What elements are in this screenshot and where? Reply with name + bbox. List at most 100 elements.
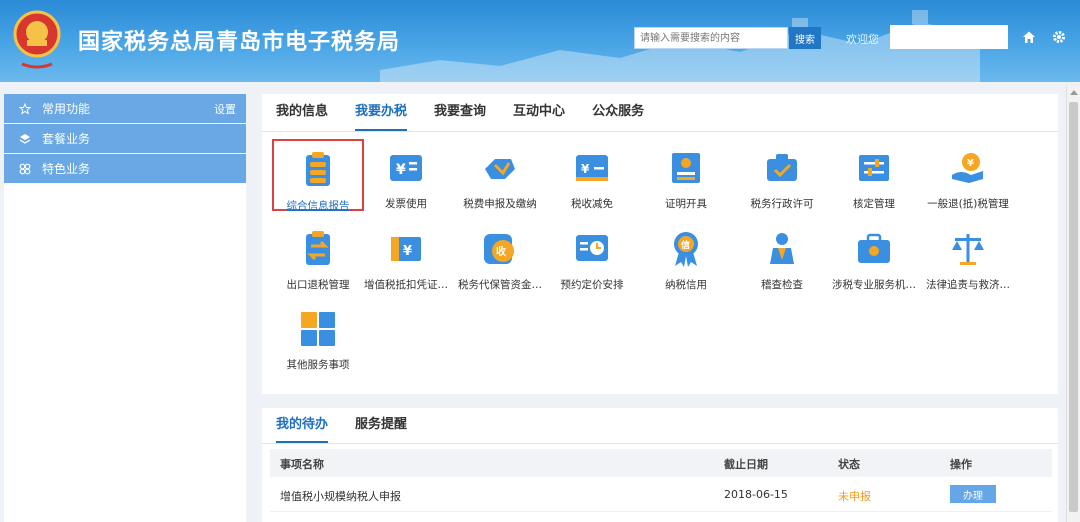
license-icon <box>767 154 797 181</box>
service-label: 预约定价安排 <box>560 279 624 291</box>
sidebar-item-label: 套餐业务 <box>42 132 91 146</box>
star-icon <box>18 102 32 116</box>
service-label: 一般退(抵)税管理 <box>927 198 1009 210</box>
service-label: 证明开具 <box>665 198 707 210</box>
service-invoice[interactable]: ¥ 发票使用 <box>360 139 452 211</box>
scroll-thumb[interactable] <box>1069 102 1078 512</box>
row-item-name: 增值税小规模纳税人申报 <box>280 490 401 503</box>
tab-query[interactable]: 我要查询 <box>434 94 486 131</box>
todo-tabs: 我的待办 服务提醒 <box>262 408 1058 444</box>
agency-briefcase-icon <box>858 233 890 263</box>
redacted-username <box>890 25 1008 49</box>
service-refund[interactable]: ¥ 一般退(抵)税管理 <box>922 139 1014 211</box>
service-label: 其他服务事项 <box>286 359 350 371</box>
status-badge: 未申报 <box>838 490 871 503</box>
row-deadline: 2018-06-15 <box>724 488 788 501</box>
service-inspection[interactable]: 稽查检查 <box>736 220 828 292</box>
scroll-up-arrow-icon[interactable] <box>1070 90 1078 95</box>
tab-interaction[interactable]: 互动中心 <box>513 94 565 131</box>
service-label: 综合信息报告 <box>286 200 350 212</box>
service-label: 税务行政许可 <box>750 198 814 210</box>
column-header-action: 操作 <box>950 458 972 471</box>
todo-table-header: 事项名称 截止日期 状态 操作 <box>270 449 1052 477</box>
service-tax-credit[interactable]: 信 纳税信用 <box>640 220 732 292</box>
welcome-text: 欢迎您 <box>846 33 879 46</box>
export-refund-icon <box>306 231 330 265</box>
inspection-icon <box>770 233 794 264</box>
credit-medal-icon: 信 <box>674 232 698 267</box>
declare-icon <box>485 159 515 179</box>
service-certificate[interactable]: 证明开具 <box>640 139 732 211</box>
svg-text:¥: ¥ <box>396 162 406 178</box>
service-tax-reduction[interactable]: ¥ 税收减免 <box>546 139 638 211</box>
service-label: 发票使用 <box>385 198 427 210</box>
service-comprehensive-report[interactable]: 综合信息报告 <box>272 139 364 212</box>
sidebar-item-label: 特色业务 <box>42 162 91 176</box>
svg-text:¥: ¥ <box>967 158 974 169</box>
service-declare-pay[interactable]: 税费申报及缴纳 <box>454 139 546 211</box>
column-header-deadline: 截止日期 <box>724 458 768 471</box>
svg-text:收: 收 <box>496 245 506 258</box>
service-label: 出口退税管理 <box>286 279 350 291</box>
todo-panel: 我的待办 服务提醒 事项名称 截止日期 状态 操作 增值税小规模纳税人申报 20… <box>262 408 1058 522</box>
header-banner: 国家税务总局青岛市电子税务局 搜索 欢迎您 <box>0 0 1080 82</box>
service-export-refund[interactable]: 出口退税管理 <box>272 220 364 292</box>
other-tiles-icon <box>301 312 335 346</box>
svg-text:¥: ¥ <box>403 244 412 259</box>
service-assessment[interactable]: 核定管理 <box>828 139 920 211</box>
main-tabs: 我的信息 我要办税 我要查询 互动中心 公众服务 <box>262 94 1058 132</box>
sidebar-item-package-business[interactable]: 套餐业务 <box>4 124 246 153</box>
custody-fund-icon: 收 <box>484 234 514 264</box>
service-legal-remedy[interactable]: 法律追责与救济… <box>922 220 1014 292</box>
tax-emblem-logo <box>13 10 61 69</box>
service-label: 税收减免 <box>571 198 613 210</box>
svg-text:¥: ¥ <box>581 162 590 176</box>
service-admin-license[interactable]: 税务行政许可 <box>736 139 828 211</box>
layers-icon <box>18 132 32 146</box>
service-custody-fund[interactable]: 收 税务代保管资金… <box>454 220 546 292</box>
service-label: 纳税信用 <box>665 279 707 291</box>
sidebar: 常用功能 设置 套餐业务 特色业务 <box>4 94 246 522</box>
refund-icon: ¥ <box>952 153 983 183</box>
service-label: 稽查检查 <box>761 279 803 291</box>
search-button[interactable]: 搜索 <box>789 27 821 49</box>
site-title: 国家税务总局青岛市电子税务局 <box>78 30 401 55</box>
service-advance-pricing[interactable]: 预约定价安排 <box>546 220 638 292</box>
pricing-icon <box>576 235 608 261</box>
scales-icon <box>952 234 984 265</box>
certificate-icon <box>672 153 700 183</box>
sidebar-item-common-functions[interactable]: 常用功能 设置 <box>4 94 246 123</box>
tab-public-service[interactable]: 公众服务 <box>592 94 644 131</box>
vat-voucher-icon: ¥ <box>391 237 421 261</box>
reduction-icon: ¥ <box>576 155 608 181</box>
service-label: 税务代保管资金… <box>458 279 542 291</box>
invoice-icon: ¥ <box>390 155 422 181</box>
tab-my-todo[interactable]: 我的待办 <box>276 408 329 443</box>
search-input[interactable] <box>634 27 788 49</box>
svg-text:信: 信 <box>681 239 690 251</box>
page-scrollbar[interactable] <box>1066 86 1080 522</box>
service-label: 涉税专业服务机… <box>832 279 916 291</box>
sidebar-item-label: 常用功能 <box>42 102 91 116</box>
gear-icon[interactable] <box>1052 30 1066 44</box>
grid-icon <box>18 162 32 176</box>
settings-link[interactable]: 设置 <box>214 101 236 117</box>
column-header-status: 状态 <box>838 458 860 471</box>
sidebar-item-special-business[interactable]: 特色业务 <box>4 154 246 183</box>
home-icon[interactable] <box>1022 30 1036 44</box>
settings-sliders-icon <box>859 155 889 181</box>
tab-handle-tax[interactable]: 我要办税 <box>355 94 408 131</box>
service-other[interactable]: 其他服务事项 <box>272 300 364 372</box>
service-vat-voucher[interactable]: ¥ 增值税抵扣凭证… <box>360 220 452 292</box>
service-label: 税费申报及缴纳 <box>463 198 537 210</box>
service-label: 法律追责与救济… <box>926 279 1010 291</box>
tab-my-info[interactable]: 我的信息 <box>276 94 328 131</box>
tab-service-reminder[interactable]: 服务提醒 <box>355 408 407 443</box>
service-label: 核定管理 <box>853 198 895 210</box>
services-panel: 我的信息 我要办税 我要查询 互动中心 公众服务 综合信息报告 ¥ 发票使用 税… <box>262 94 1058 394</box>
table-row: 增值税小规模纳税人申报 2018-06-15 未申报 办理 <box>270 478 1052 512</box>
service-professional-agency[interactable]: 涉税专业服务机… <box>828 220 920 292</box>
service-label: 增值税抵扣凭证… <box>364 279 448 291</box>
report-icon <box>306 152 330 186</box>
handle-button[interactable]: 办理 <box>950 485 996 503</box>
